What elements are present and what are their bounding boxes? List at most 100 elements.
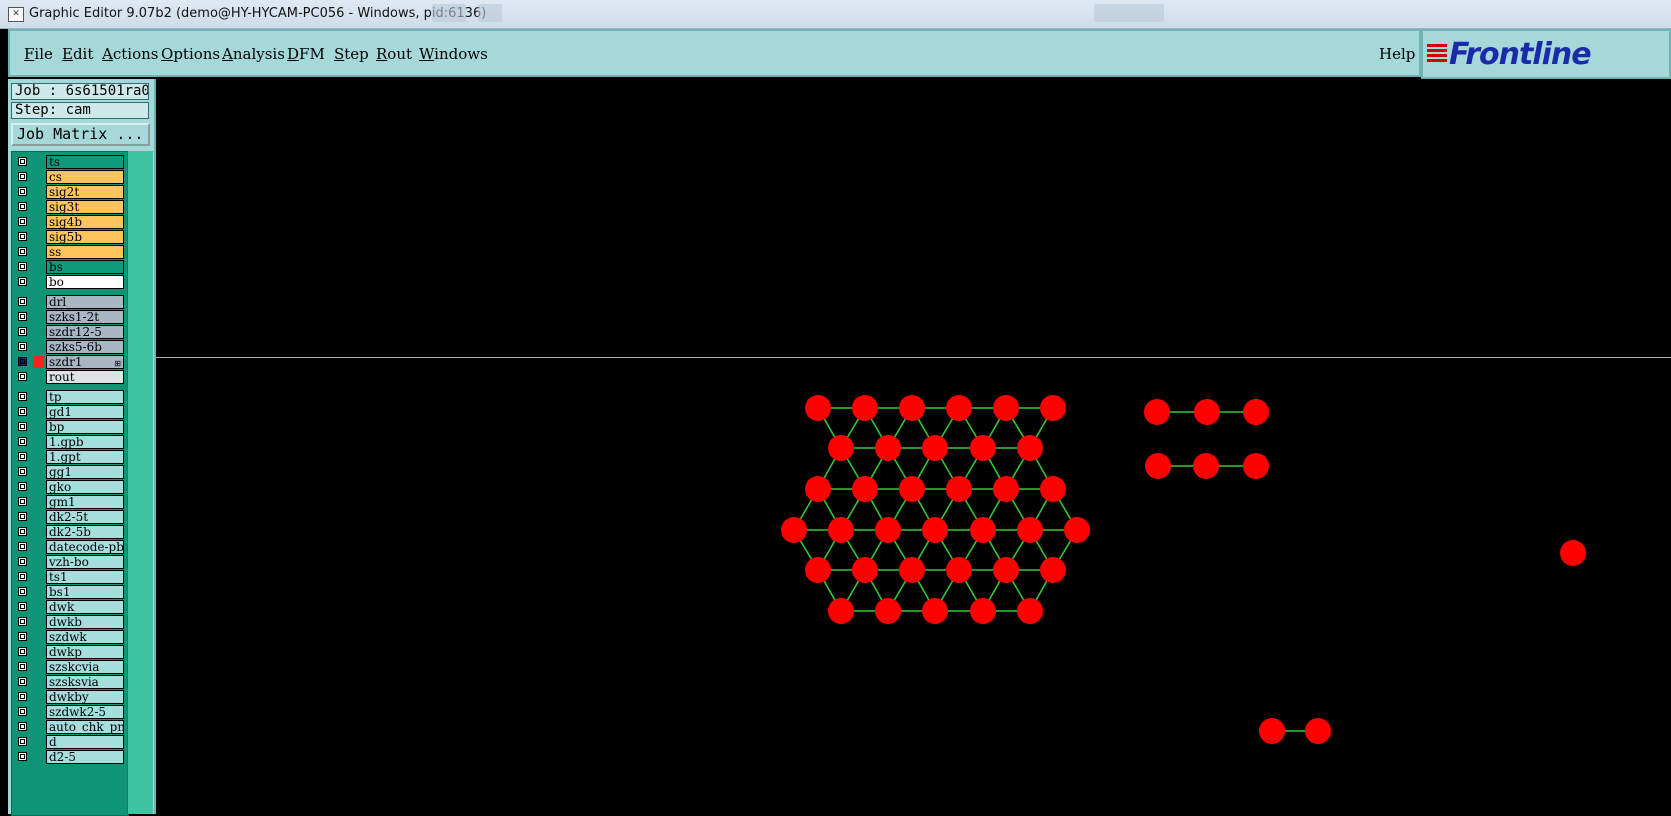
layer-name[interactable]: szsksvia	[46, 675, 124, 689]
pad[interactable]	[828, 517, 854, 543]
menu-help[interactable]: Help	[1379, 45, 1415, 63]
layer-name[interactable]: bo	[46, 275, 124, 289]
layer-checkbox[interactable]	[18, 752, 27, 761]
layer-name[interactable]: dwkb	[46, 615, 124, 629]
pad[interactable]	[1243, 399, 1269, 425]
pad[interactable]	[922, 435, 948, 461]
layer-name[interactable]: bs1	[46, 585, 124, 599]
layer-checkbox[interactable]	[18, 632, 27, 641]
layer-name[interactable]: dk2-5t	[46, 510, 124, 524]
layer-row[interactable]: szks1-2t	[12, 310, 128, 325]
layer-row[interactable]: ts	[12, 155, 128, 170]
layer-name[interactable]: sig2t	[46, 185, 124, 199]
layer-name[interactable]: gd1	[46, 405, 124, 419]
layer-name[interactable]: dwkby	[46, 690, 124, 704]
pad[interactable]	[852, 557, 878, 583]
layer-checkbox[interactable]	[18, 437, 27, 446]
layer-row[interactable]: szdr12-5	[12, 325, 128, 340]
layer-name[interactable]: sig3t	[46, 200, 124, 214]
pad[interactable]	[1305, 718, 1331, 744]
menu-options[interactable]: Options	[161, 45, 220, 63]
layer-checkbox[interactable]	[18, 407, 27, 416]
layer-scrollbar[interactable]	[127, 151, 153, 814]
layer-row[interactable]: sig5b	[12, 230, 128, 245]
layer-row[interactable]: datecode-pbc	[12, 540, 128, 555]
layer-checkbox[interactable]	[18, 357, 27, 366]
layer-name[interactable]: ts1	[46, 570, 124, 584]
pad[interactable]	[1144, 399, 1170, 425]
layer-name[interactable]: rout	[46, 370, 124, 384]
layer-checkbox[interactable]	[18, 467, 27, 476]
layer-checkbox[interactable]	[18, 602, 27, 611]
layer-name[interactable]: drl	[46, 295, 124, 309]
layer-row[interactable]: szsksvia	[12, 675, 128, 690]
pad[interactable]	[899, 557, 925, 583]
layer-name[interactable]: gm1	[46, 495, 124, 509]
layer-checkbox[interactable]	[18, 342, 27, 351]
layer-row[interactable]: 1.gpb	[12, 435, 128, 450]
layer-checkbox[interactable]	[18, 527, 27, 536]
layer-row[interactable]: dwkp	[12, 645, 128, 660]
pad[interactable]	[1040, 476, 1066, 502]
pad[interactable]	[1040, 557, 1066, 583]
layer-name[interactable]: gko	[46, 480, 124, 494]
layer-row[interactable]: bp	[12, 420, 128, 435]
layer-name[interactable]: dwkp	[46, 645, 124, 659]
pad[interactable]	[899, 476, 925, 502]
layer-name[interactable]: gg1	[46, 465, 124, 479]
layer-checkbox[interactable]	[18, 497, 27, 506]
layer-row[interactable]: szdwk	[12, 630, 128, 645]
layer-row[interactable]: d	[12, 735, 128, 750]
layer-name[interactable]: szdr12-5	[46, 325, 124, 339]
layer-row[interactable]: auto_chk_pnl	[12, 720, 128, 735]
layer-checkbox[interactable]	[18, 707, 27, 716]
pad[interactable]	[922, 598, 948, 624]
layer-name[interactable]: bs	[46, 260, 124, 274]
layer-checkbox[interactable]	[18, 557, 27, 566]
layer-checkbox[interactable]	[18, 232, 27, 241]
layer-row[interactable]: sig2t	[12, 185, 128, 200]
layer-row[interactable]: dk2-5t	[12, 510, 128, 525]
layer-name[interactable]: ss	[46, 245, 124, 259]
layer-row[interactable]: d2-5	[12, 750, 128, 765]
pad[interactable]	[1040, 395, 1066, 421]
pad[interactable]	[805, 476, 831, 502]
layer-name[interactable]: szks5-6b	[46, 340, 124, 354]
layer-checkbox[interactable]	[18, 297, 27, 306]
pad[interactable]	[875, 517, 901, 543]
layer-row[interactable]: dk2-5b	[12, 525, 128, 540]
layer-checkbox[interactable]	[18, 422, 27, 431]
layer-checkbox[interactable]	[18, 737, 27, 746]
pad[interactable]	[946, 395, 972, 421]
pad[interactable]	[875, 598, 901, 624]
pad[interactable]	[828, 598, 854, 624]
pad[interactable]	[946, 476, 972, 502]
pad[interactable]	[1017, 598, 1043, 624]
layer-row[interactable]: dwk	[12, 600, 128, 615]
layer-row[interactable]: rout	[12, 370, 128, 385]
pad[interactable]	[852, 395, 878, 421]
layer-checkbox[interactable]	[18, 172, 27, 181]
menu-analysis[interactable]: Analysis	[222, 45, 285, 63]
layer-row[interactable]: ss	[12, 245, 128, 260]
layer-checkbox[interactable]	[18, 372, 27, 381]
layer-checkbox[interactable]	[18, 247, 27, 256]
job-matrix-button[interactable]: Job Matrix ...	[11, 123, 150, 146]
layer-row[interactable]: dwkby	[12, 690, 128, 705]
pad[interactable]	[970, 435, 996, 461]
layer-name[interactable]: d	[46, 735, 124, 749]
layer-row[interactable]: szks5-6b	[12, 340, 128, 355]
layer-name[interactable]: szdwk	[46, 630, 124, 644]
pad[interactable]	[899, 395, 925, 421]
layer-checkbox[interactable]	[18, 617, 27, 626]
pad[interactable]	[1064, 517, 1090, 543]
pad[interactable]	[1259, 718, 1285, 744]
layer-checkbox[interactable]	[18, 677, 27, 686]
layer-row[interactable]: sig4b	[12, 215, 128, 230]
layer-name[interactable]: szdr1 ⊞	[46, 355, 124, 369]
layer-row[interactable]: vzh-bo	[12, 555, 128, 570]
layer-row[interactable]: 1.gpt	[12, 450, 128, 465]
layer-checkbox[interactable]	[18, 482, 27, 491]
layer-checkbox[interactable]	[18, 542, 27, 551]
layer-checkbox[interactable]	[18, 692, 27, 701]
